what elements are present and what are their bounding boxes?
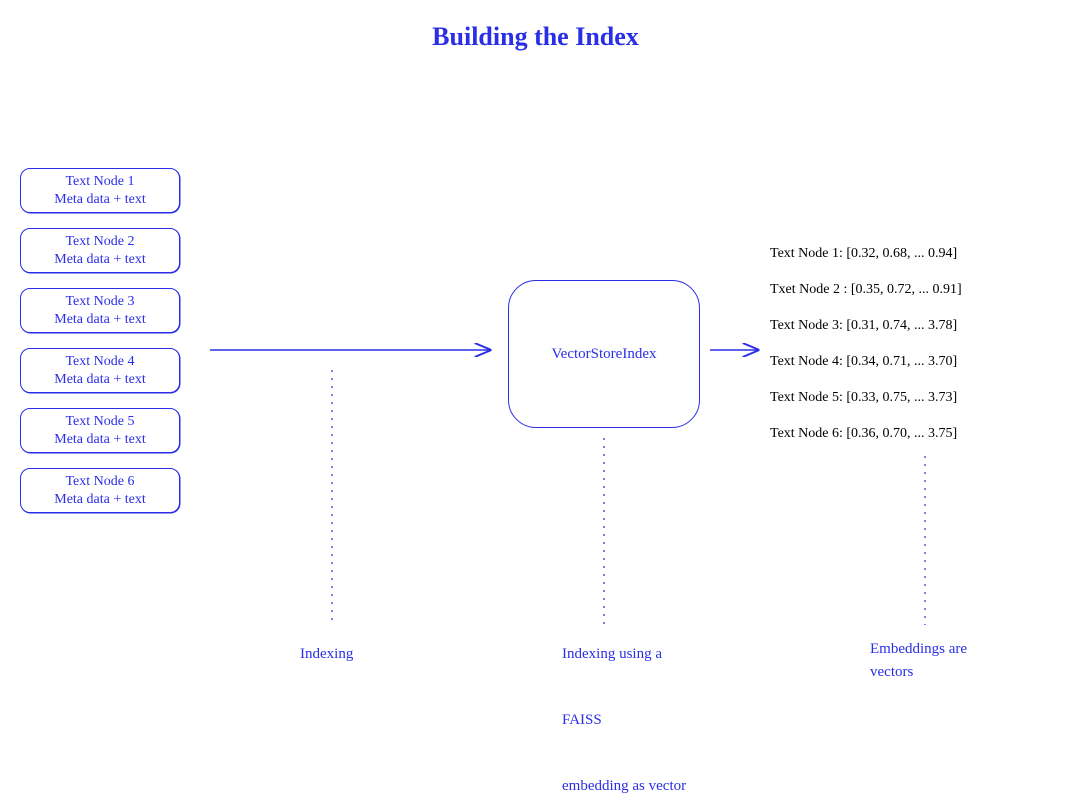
diagram-title: Building the Index <box>0 22 1071 52</box>
text-node-5-sub: Meta data + text <box>54 432 145 447</box>
caption-embeddings: Embeddings are vectors <box>870 638 967 683</box>
text-node-box-5: Text Node 5 Meta data + text <box>20 408 180 453</box>
embedding-row-6: Text Node 6: [0.36, 0.70, ... 3.75] <box>770 426 957 442</box>
text-node-6-sub: Meta data + text <box>54 492 145 507</box>
text-node-box-4: Text Node 4 Meta data + text <box>20 348 180 393</box>
vector-store-index-box: VectorStoreIndex <box>508 280 700 428</box>
vector-store-index-label: VectorStoreIndex <box>552 346 657 363</box>
embedding-row-2: Txet Node 2 : [0.35, 0.72, ... 0.91] <box>770 282 962 298</box>
text-node-box-3: Text Node 3 Meta data + text <box>20 288 180 333</box>
text-node-1-title: Text Node 1 <box>65 174 134 189</box>
caption-faiss: Indexing using a FAISS embedding as vect… <box>562 638 686 803</box>
embedding-row-3: Text Node 3: [0.31, 0.74, ... 3.78] <box>770 318 957 334</box>
text-node-1-sub: Meta data + text <box>54 192 145 207</box>
text-node-box-1: Text Node 1 Meta data + text <box>20 168 180 213</box>
text-node-4-title: Text Node 4 <box>65 354 134 369</box>
text-node-2-title: Text Node 2 <box>65 234 134 249</box>
embedding-row-5: Text Node 5: [0.33, 0.75, ... 3.73] <box>770 390 957 406</box>
text-node-3-title: Text Node 3 <box>65 294 134 309</box>
text-node-4-sub: Meta data + text <box>54 372 145 387</box>
text-node-box-2: Text Node 2 Meta data + text <box>20 228 180 273</box>
text-node-box-6: Text Node 6 Meta data + text <box>20 468 180 513</box>
embedding-row-4: Text Node 4: [0.34, 0.71, ... 3.70] <box>770 354 957 370</box>
text-node-6-title: Text Node 6 <box>65 474 134 489</box>
text-node-3-sub: Meta data + text <box>54 312 145 327</box>
embedding-row-1: Text Node 1: [0.32, 0.68, ... 0.94] <box>770 246 957 262</box>
caption-indexing: Indexing <box>300 638 353 671</box>
text-node-5-title: Text Node 5 <box>65 414 134 429</box>
text-node-2-sub: Meta data + text <box>54 252 145 267</box>
